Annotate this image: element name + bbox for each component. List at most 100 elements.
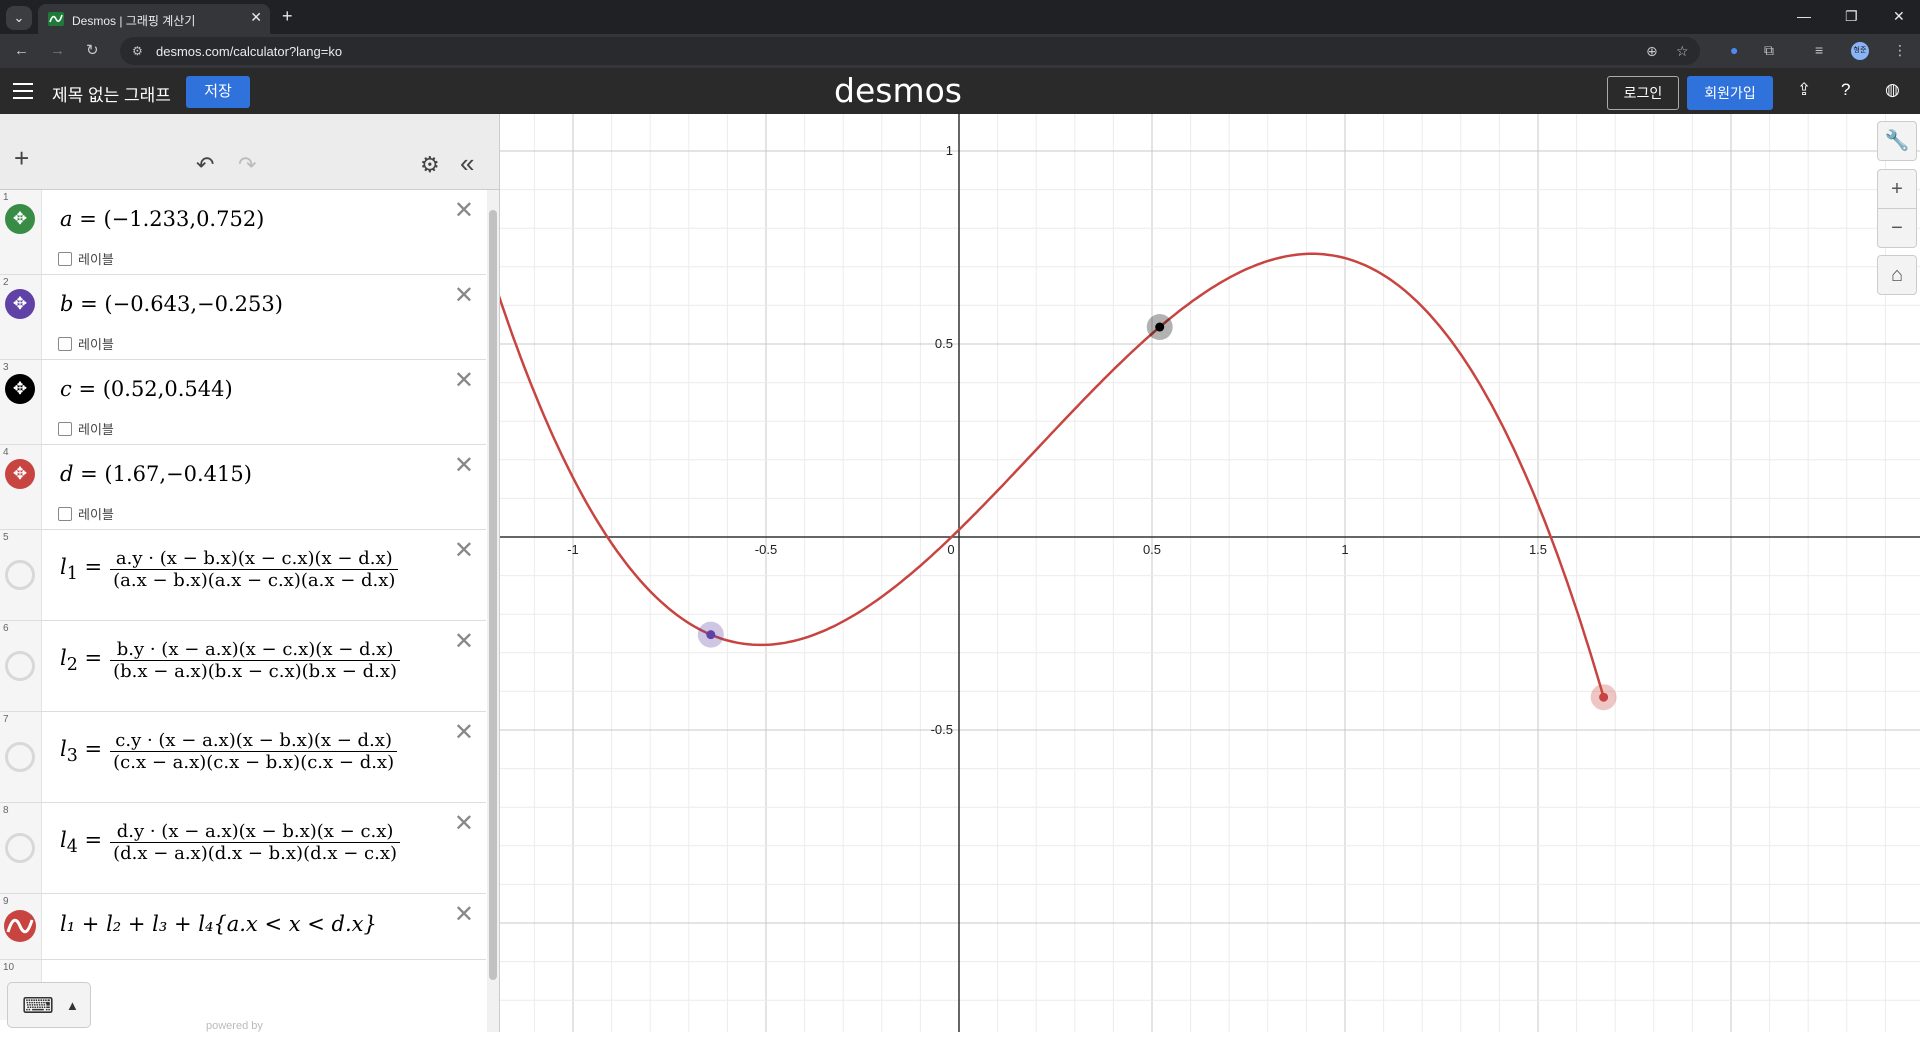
visibility-toggle-icon[interactable]: [5, 833, 35, 863]
expression-math[interactable]: d = (1.67,−0.415): [60, 462, 252, 486]
label-checkbox[interactable]: [58, 422, 72, 436]
delete-expression-icon[interactable]: ✕: [454, 451, 474, 480]
delete-expression-icon[interactable]: ✕: [454, 536, 474, 565]
media-queue-icon[interactable]: ≡: [1815, 42, 1823, 58]
restore-icon[interactable]: ❐: [1845, 8, 1858, 25]
label-toggle[interactable]: 레이블: [58, 419, 114, 438]
graph-title[interactable]: 제목 없는 그래프: [52, 81, 171, 106]
label-checkbox[interactable]: [58, 337, 72, 351]
minimize-icon[interactable]: —: [1797, 8, 1811, 24]
x-tick-label: -1: [567, 542, 579, 557]
delete-expression-icon[interactable]: ✕: [454, 627, 474, 656]
chrome-menu-icon[interactable]: ⋮: [1893, 42, 1907, 59]
site-info-icon[interactable]: ⚙: [132, 44, 143, 58]
delete-expression-icon[interactable]: ✕: [454, 718, 474, 747]
point-value: (1.67,−0.415): [104, 462, 252, 486]
expression-math[interactable]: l4 = d.y · (x − a.x)(x − b.x)(x − c.x) (d.…: [60, 821, 400, 864]
label-toggle[interactable]: 레이블: [58, 249, 114, 268]
y-tick-label: -0.5: [931, 722, 953, 737]
reload-icon[interactable]: ↻: [86, 42, 99, 60]
expression-math[interactable]: l1 = a.y · (x − b.x)(x − c.x)(x − d.x) (a.…: [60, 548, 399, 591]
point-name: c: [60, 377, 72, 401]
url-text[interactable]: desmos.com/calculator?lang=ko: [156, 44, 342, 59]
label-text: 레이블: [78, 507, 114, 522]
expression-scrollbar-thumb[interactable]: [489, 210, 497, 980]
new-tab-button[interactable]: +: [282, 6, 293, 26]
delete-expression-icon[interactable]: ✕: [454, 196, 474, 225]
tab-search-chevron-icon[interactable]: ⌄: [6, 6, 32, 30]
label-toggle[interactable]: 레이블: [58, 334, 114, 353]
curve-color-icon[interactable]: [4, 910, 36, 942]
hamburger-menu-icon[interactable]: [13, 83, 33, 99]
delete-expression-icon[interactable]: ✕: [454, 366, 474, 395]
settings-gear-icon[interactable]: ⚙: [420, 152, 440, 178]
expression-math[interactable]: l2 = b.y · (x − a.x)(x − c.x)(x − d.x) (b.…: [60, 639, 400, 682]
drag-point-icon[interactable]: ✥: [5, 459, 35, 489]
expression-row-l1[interactable]: 5 l1 = a.y · (x − b.x)(x − c.x)(x − d.x)(…: [0, 530, 486, 621]
expression-row-a[interactable]: 1 ✥ a = (−1.233,0.752) 레이블 ✕: [0, 190, 486, 275]
collapse-panel-icon[interactable]: «: [460, 148, 474, 179]
visibility-toggle-icon[interactable]: [5, 560, 35, 590]
extensions-puzzle-icon[interactable]: ⧉: [1764, 42, 1774, 59]
zoom-in-icon[interactable]: +: [1877, 169, 1917, 209]
expression-row-c[interactable]: 3 ✥ c = (0.52,0.544) 레이블 ✕: [0, 360, 486, 445]
drag-point-icon[interactable]: ✥: [5, 204, 35, 234]
undo-icon[interactable]: ↶: [196, 152, 214, 178]
expression-row-l4[interactable]: 8 l4 = d.y · (x − a.x)(x − b.x)(x − c.x)(…: [0, 803, 486, 894]
tab-close-icon[interactable]: ✕: [250, 9, 262, 26]
label-checkbox[interactable]: [58, 507, 72, 521]
expression-row-b[interactable]: 2 ✥ b = (−0.643,−0.253) 레이블 ✕: [0, 275, 486, 360]
share-icon[interactable]: ⇪: [1797, 80, 1811, 100]
address-bar[interactable]: ⚙ desmos.com/calculator?lang=ko ⊕ ☆: [120, 37, 1700, 65]
point-value: (0.52,0.544): [102, 377, 233, 401]
graph-canvas[interactable]: -1.5-1-0.500.511.510.5-0.5: [369, 114, 1920, 1032]
save-button[interactable]: 저장: [186, 76, 250, 108]
browser-tab-desmos[interactable]: Desmos | 그래핑 계산기 ✕: [38, 4, 270, 34]
drag-point-icon[interactable]: ✥: [5, 289, 35, 319]
zoom-icon[interactable]: ⊕: [1646, 43, 1658, 60]
redo-icon[interactable]: ↷: [238, 152, 256, 178]
language-globe-icon[interactable]: ◍: [1885, 80, 1900, 100]
expression-math[interactable]: l3 = c.y · (x − a.x)(x − b.x)(x − d.x) (c.…: [60, 730, 398, 773]
drag-point-icon[interactable]: ✥: [5, 374, 35, 404]
powered-by-text: powered by: [206, 1020, 263, 1032]
expression-math[interactable]: b = (−0.643,−0.253): [60, 292, 283, 316]
label-text: 레이블: [78, 252, 114, 267]
expression-math[interactable]: l₁ + l₂ + l₃ + l₄{a.x < x < d.x}: [60, 912, 377, 936]
expression-row-l3[interactable]: 7 l3 = c.y · (x − a.x)(x − b.x)(x − d.x)(…: [0, 712, 486, 803]
help-icon[interactable]: ?: [1841, 80, 1850, 100]
delete-expression-icon[interactable]: ✕: [454, 809, 474, 838]
forward-arrow-icon[interactable]: →: [50, 42, 65, 60]
bookmark-star-icon[interactable]: ☆: [1676, 43, 1689, 60]
visibility-toggle-icon[interactable]: [5, 742, 35, 772]
graph-settings-wrench-icon[interactable]: 🔧: [1877, 121, 1917, 161]
expression-row-l2[interactable]: 6 l2 = b.y · (x − a.x)(x − c.x)(x − d.x)(…: [0, 621, 486, 712]
zoom-out-icon[interactable]: −: [1877, 208, 1917, 248]
signup-button[interactable]: 회원가입: [1687, 76, 1773, 110]
profile-avatar[interactable]: 형준: [1851, 42, 1869, 60]
point-c[interactable]: [1155, 322, 1165, 332]
label-toggle[interactable]: 레이블: [58, 504, 114, 523]
expression-math[interactable]: c = (0.52,0.544): [60, 377, 233, 401]
label-checkbox[interactable]: [58, 252, 72, 266]
window-close-icon[interactable]: ✕: [1893, 8, 1905, 25]
keypad-toggle-button[interactable]: ⌨ ▲: [7, 982, 91, 1028]
delete-expression-icon[interactable]: ✕: [454, 900, 474, 929]
delete-expression-icon[interactable]: ✕: [454, 281, 474, 310]
graph-paper[interactable]: -1.5-1-0.500.511.510.5-0.5 🔧 + − ⌂: [369, 114, 1920, 1032]
extension-drop-icon[interactable]: ●: [1730, 42, 1738, 58]
login-button[interactable]: 로그인: [1607, 76, 1679, 110]
add-expression-icon[interactable]: +: [14, 145, 29, 171]
expression-panel: + ↶ ↷ ⚙ « 1 ✥ a = (−1.233,0.752) 레이블 ✕ 2…: [0, 114, 500, 1032]
default-view-home-icon[interactable]: ⌂: [1877, 255, 1917, 295]
back-arrow-icon[interactable]: ←: [14, 42, 29, 60]
expression-math[interactable]: a = (−1.233,0.752): [60, 207, 264, 231]
numerator: b.y · (x − a.x)(x − c.x)(x − d.x): [116, 639, 394, 660]
expression-row-curve[interactable]: 9 l₁ + l₂ + l₃ + l₄{a.x < x < d.x} ✕: [0, 894, 486, 960]
expression-row-d[interactable]: 4 ✥ d = (1.67,−0.415) 레이블 ✕: [0, 445, 486, 530]
point-d[interactable]: [1599, 692, 1609, 702]
expression-toolbar: + ↶ ↷ ⚙ «: [0, 114, 499, 190]
formula-lhs: l2 =: [60, 645, 103, 676]
visibility-toggle-icon[interactable]: [5, 651, 35, 681]
point-b[interactable]: [706, 630, 716, 640]
